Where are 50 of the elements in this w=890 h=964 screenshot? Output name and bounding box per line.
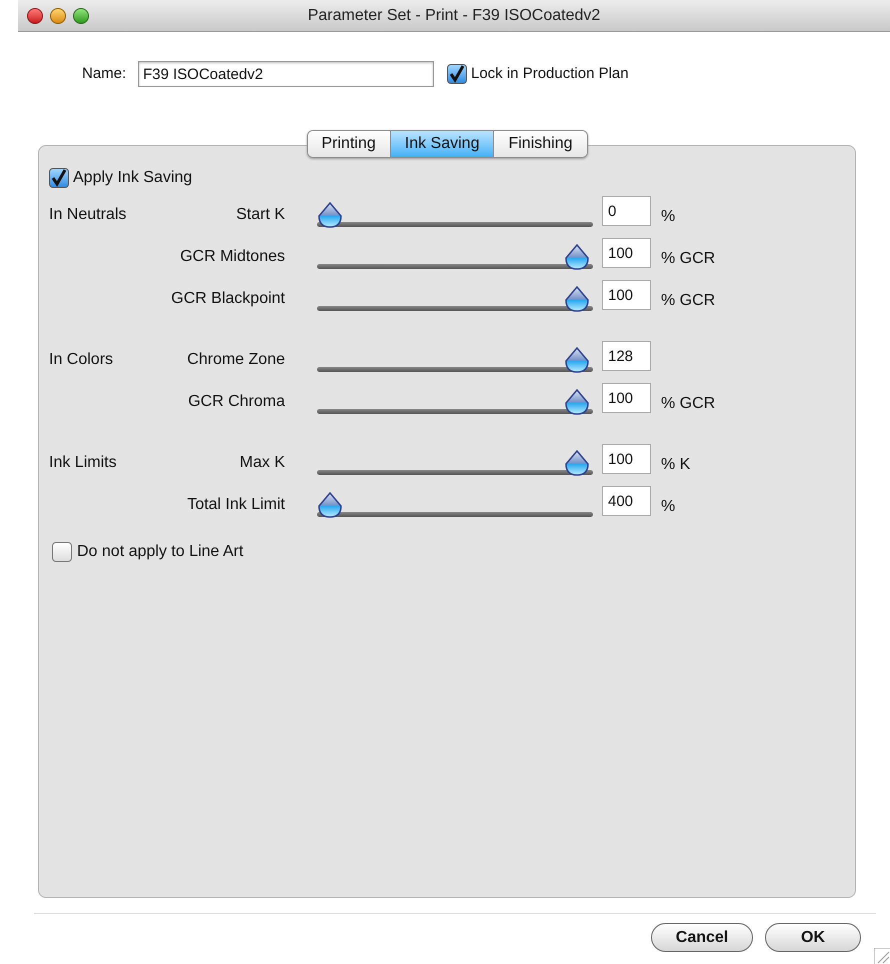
name-label: Name: xyxy=(82,64,128,84)
slider-thumb[interactable] xyxy=(564,450,590,476)
unit-label: % GCR xyxy=(661,291,716,311)
tab[interactable]: Printing xyxy=(308,131,390,157)
resize-grip-icon[interactable] xyxy=(874,948,890,964)
slider-thumb[interactable] xyxy=(317,202,343,228)
group-label: In Neutrals xyxy=(49,205,128,225)
checkmark-icon xyxy=(51,169,67,187)
value-field[interactable]: 100 xyxy=(602,280,651,310)
unit-label: % K xyxy=(661,455,690,475)
line-art-label: Do not apply to Line Art xyxy=(77,542,244,562)
line-art-checkbox[interactable] xyxy=(52,542,72,562)
slider-label: GCR Chroma xyxy=(187,392,285,412)
slider-thumb[interactable] xyxy=(564,347,590,373)
minimize-button[interactable] xyxy=(50,8,66,24)
slider-label: GCR Blackpoint xyxy=(170,289,285,309)
slider-thumb[interactable] xyxy=(564,389,590,415)
slider-label: Start K xyxy=(235,205,285,225)
window-title: Parameter Set - Print - F39 ISOCoatedv2 xyxy=(308,6,600,26)
slider-label: Max K xyxy=(238,453,285,473)
slider-thumb[interactable] xyxy=(564,286,590,312)
dialog-button[interactable]: Cancel xyxy=(651,923,753,952)
unit-label: % xyxy=(661,207,676,227)
apply-label: Apply Ink Saving xyxy=(73,168,192,188)
name-field[interactable]: F39 ISOCoatedv2 xyxy=(138,61,434,87)
slider-thumb[interactable] xyxy=(564,244,590,270)
checkmark-icon xyxy=(449,65,465,83)
value-field[interactable]: 100 xyxy=(602,383,651,413)
slider-thumb[interactable] xyxy=(317,492,343,518)
apply-checkbox[interactable] xyxy=(49,168,69,188)
group-label: In Colors xyxy=(49,350,114,370)
zoom-button[interactable] xyxy=(73,8,89,24)
unit-label: % GCR xyxy=(661,394,716,414)
unit-label: % xyxy=(661,497,676,517)
tab[interactable]: Finishing xyxy=(493,131,586,157)
value-field[interactable]: 100 xyxy=(602,238,651,268)
close-button[interactable] xyxy=(27,8,43,24)
value-field[interactable]: 400 xyxy=(602,486,651,516)
group-label: Ink Limits xyxy=(49,453,118,473)
tab[interactable]: Ink Saving xyxy=(390,131,494,157)
value-field[interactable]: 0 xyxy=(602,196,651,226)
dialog-button[interactable]: OK xyxy=(765,923,861,952)
unit-label: % GCR xyxy=(661,249,716,269)
lock-label: Lock in Production Plan xyxy=(471,64,629,84)
value-field[interactable]: 128 xyxy=(602,341,651,371)
slider-label: Chrome Zone xyxy=(186,350,285,370)
value-field[interactable]: 100 xyxy=(602,444,651,474)
slider-label: GCR Midtones xyxy=(179,247,285,267)
slider-label: Total Ink Limit xyxy=(186,495,285,515)
lock-checkbox[interactable] xyxy=(447,64,467,84)
